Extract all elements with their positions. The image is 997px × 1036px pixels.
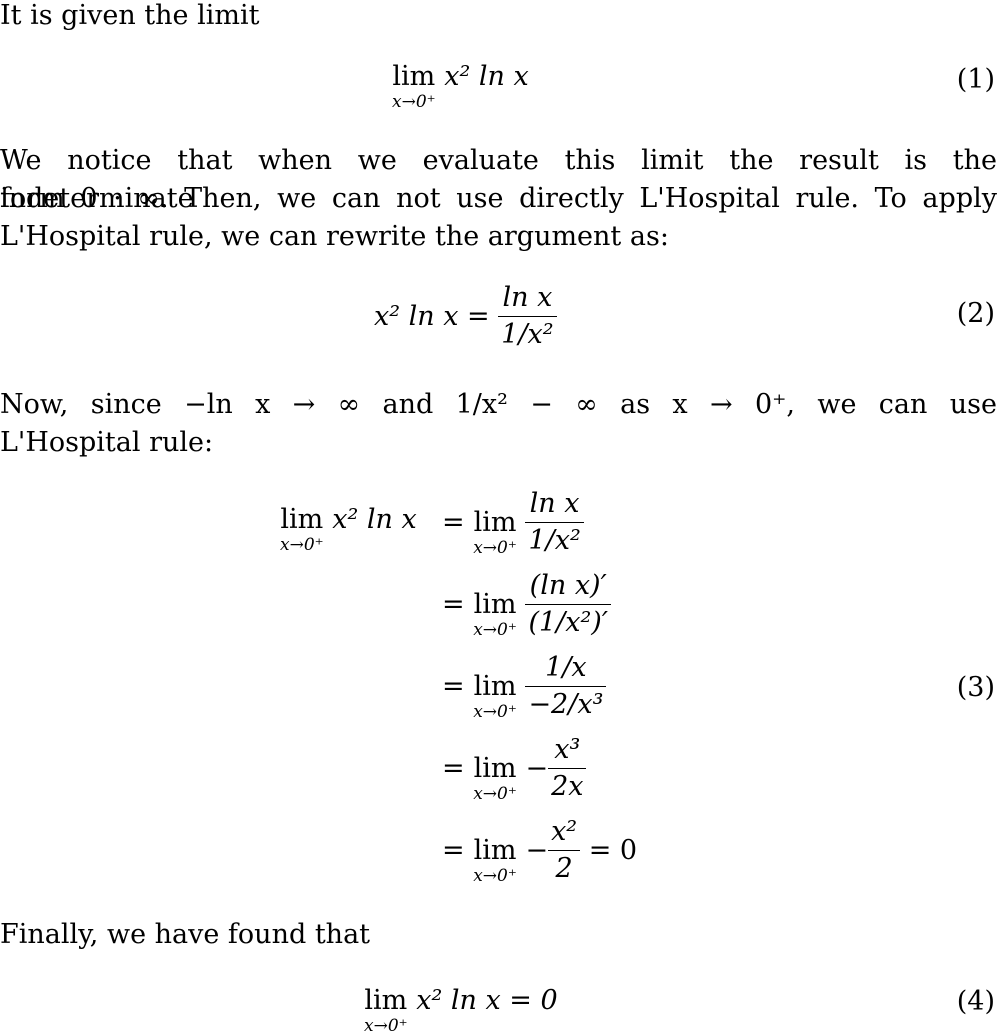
derivation-step: = lim x→0⁺ 1/x −2/x³: [442, 650, 607, 723]
equation-4: lim x→0⁺ x² ln x = 0: [364, 985, 558, 1036]
intro-text: It is given the limit: [0, 0, 260, 31]
equation-2-number: (2): [956, 298, 995, 329]
equation-1: lim x→0⁺ x² ln x: [392, 61, 529, 113]
paragraph-line: Now, since −ln x → ∞ and 1/x² − ∞ as x →…: [0, 389, 997, 420]
equation-3-lhs: lim x→0⁺ x² ln x: [280, 504, 417, 556]
equation-3-number: (3): [956, 672, 995, 703]
paragraph-text: Finally, we have found that: [0, 919, 371, 950]
equation-4-number: (4): [956, 986, 995, 1017]
derivation-step: = lim x→0⁺ − x³ 2x: [442, 732, 587, 805]
derivation-step: = lim x→0⁺ (ln x)′ (1/x²)′: [442, 568, 611, 641]
equation-1-number: (1): [956, 64, 995, 95]
paragraph-line: form 0 · ∞. Then, we can not use directl…: [0, 183, 997, 214]
paragraph-line: L'Hospital rule:: [0, 427, 214, 458]
equation-2: x² ln x = ln x 1/x²: [374, 280, 557, 353]
derivation-step: = lim x→0⁺ ln x 1/x²: [442, 486, 584, 559]
paragraph-line: L'Hospital rule, we can rewrite the argu…: [0, 221, 669, 252]
derivation-step: = lim x→0⁺ − x² 2 = 0: [442, 816, 638, 886]
